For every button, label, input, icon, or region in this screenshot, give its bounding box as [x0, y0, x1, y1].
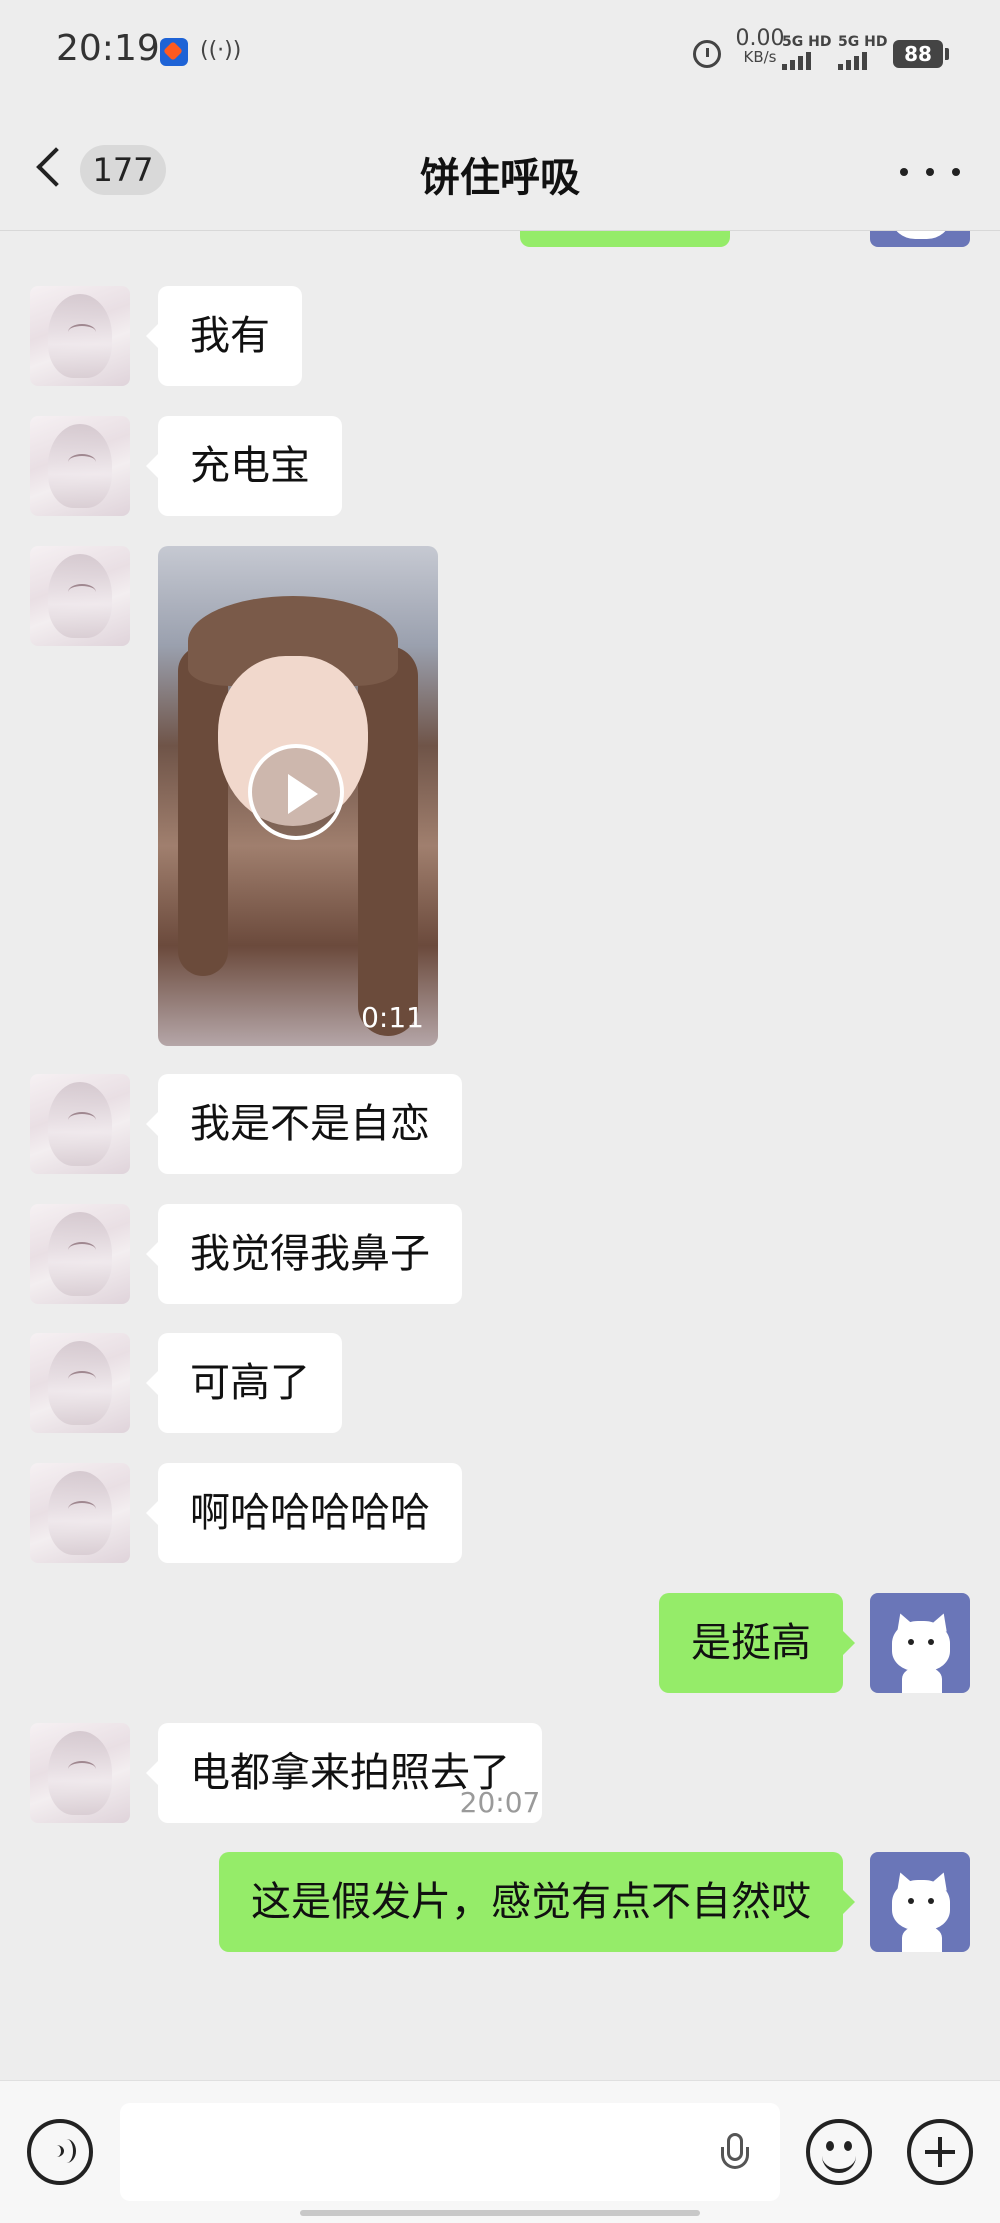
received-message-bubble[interactable]: 我有	[146, 286, 302, 386]
microphone-icon[interactable]	[718, 2133, 752, 2183]
app-notification-icon	[160, 38, 188, 66]
alarm-icon	[693, 40, 721, 68]
voice-input-icon[interactable]	[27, 2119, 93, 2185]
input-bar	[0, 2080, 1000, 2223]
my-avatar[interactable]	[870, 231, 970, 247]
status-time: 20:19	[56, 28, 160, 69]
chat-header: 177 饼住呼吸	[0, 105, 1000, 231]
message-input[interactable]	[120, 2103, 780, 2201]
plus-icon[interactable]	[907, 2119, 973, 2185]
sim1-signal-icon: 5G HD	[782, 34, 836, 70]
sent-message-bubble[interactable]: 是挺高	[659, 1593, 855, 1693]
received-message-bubble[interactable]: 我觉得我鼻子	[146, 1204, 462, 1304]
hotspot-icon: ((·))	[200, 38, 242, 63]
received-message-bubble[interactable]: 充电宝	[146, 416, 342, 516]
play-icon[interactable]	[248, 744, 344, 840]
sent-message-bubble[interactable]: 这是假发片，感觉有点不自然哎	[219, 1852, 855, 1952]
contact-avatar[interactable]	[30, 286, 130, 386]
received-message-bubble[interactable]: 啊哈哈哈哈哈	[146, 1463, 462, 1563]
status-bar: 20:19 ((·)) 0.00 KB/s 5G HD 5G HD 88	[0, 0, 1000, 105]
home-indicator[interactable]	[300, 2210, 700, 2216]
received-message-bubble[interactable]: 我是不是自恋	[146, 1074, 462, 1174]
contact-avatar[interactable]	[30, 1333, 130, 1433]
more-options-icon[interactable]	[900, 157, 960, 187]
my-avatar[interactable]	[870, 1852, 970, 1952]
contact-avatar[interactable]	[30, 1204, 130, 1304]
contact-avatar[interactable]	[30, 546, 130, 646]
video-duration: 0:11	[361, 1001, 424, 1034]
sim2-signal-icon: 5G HD	[838, 34, 892, 70]
sim2-label: 5G HD	[838, 34, 888, 50]
battery-icon: 88	[893, 40, 949, 68]
my-avatar[interactable]	[870, 1593, 970, 1693]
chat-title: 饼住呼吸	[420, 155, 580, 201]
network-speed-value: 0.00	[735, 26, 785, 51]
contact-avatar[interactable]	[30, 1074, 130, 1174]
sim1-label: 5G HD	[782, 34, 832, 50]
contact-avatar[interactable]	[30, 1463, 130, 1563]
partial-sent-bubble[interactable]	[520, 231, 730, 247]
network-speed: 0.00 KB/s	[730, 26, 790, 67]
received-message-bubble[interactable]: 可高了	[146, 1333, 342, 1433]
message-timestamp: 20:07	[459, 1786, 541, 1819]
video-message-thumbnail[interactable]: 0:11	[158, 546, 438, 1046]
emoji-icon[interactable]	[806, 2119, 872, 2185]
contact-avatar[interactable]	[30, 416, 130, 516]
